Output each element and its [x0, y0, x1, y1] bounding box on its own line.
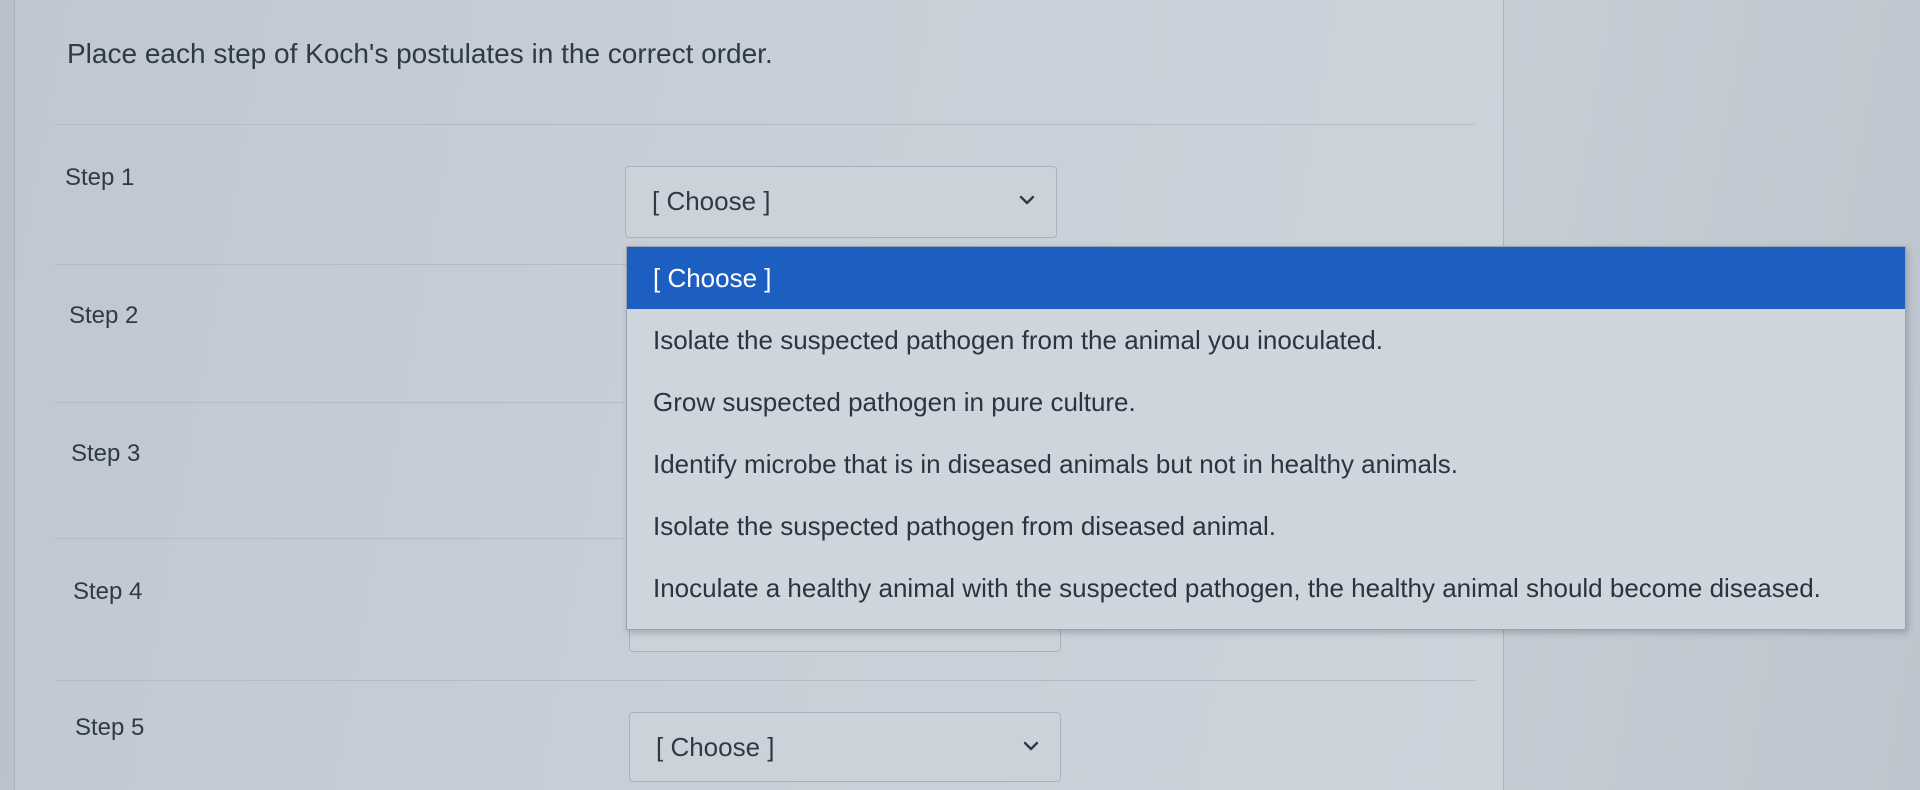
- step-5-select-value: [ Choose ]: [656, 732, 775, 762]
- step-3-label: Step 3: [71, 440, 141, 467]
- dropdown-option[interactable]: Grow suspected pathogen in pure culture.: [627, 371, 1905, 433]
- question-prompt: Place each step of Koch's postulates in …: [67, 38, 773, 69]
- step-2-label: Step 2: [69, 302, 139, 329]
- step-5-label: Step 5: [75, 714, 145, 741]
- step-4-label: Step 4: [73, 578, 143, 605]
- step-1-label: Step 1: [65, 164, 135, 191]
- chevron-down-icon: [1023, 741, 1039, 751]
- step-5-select[interactable]: [ Choose ]: [629, 712, 1061, 782]
- dropdown-option[interactable]: Isolate the suspected pathogen from dise…: [627, 495, 1905, 557]
- chevron-down-icon: [1019, 195, 1035, 205]
- dropdown-option-choose[interactable]: [ Choose ]: [627, 247, 1905, 309]
- divider: [55, 124, 1475, 125]
- dropdown-option[interactable]: Inoculate a healthy animal with the susp…: [627, 557, 1905, 619]
- step-1-select[interactable]: [ Choose ]: [625, 166, 1057, 238]
- dropdown-option[interactable]: Identify microbe that is in diseased ani…: [627, 433, 1905, 495]
- step-1-dropdown-list: [ Choose ] Isolate the suspected pathoge…: [626, 246, 1906, 630]
- dropdown-option[interactable]: Isolate the suspected pathogen from the …: [627, 309, 1905, 371]
- divider: [55, 680, 1475, 681]
- step-1-select-value: [ Choose ]: [652, 186, 771, 216]
